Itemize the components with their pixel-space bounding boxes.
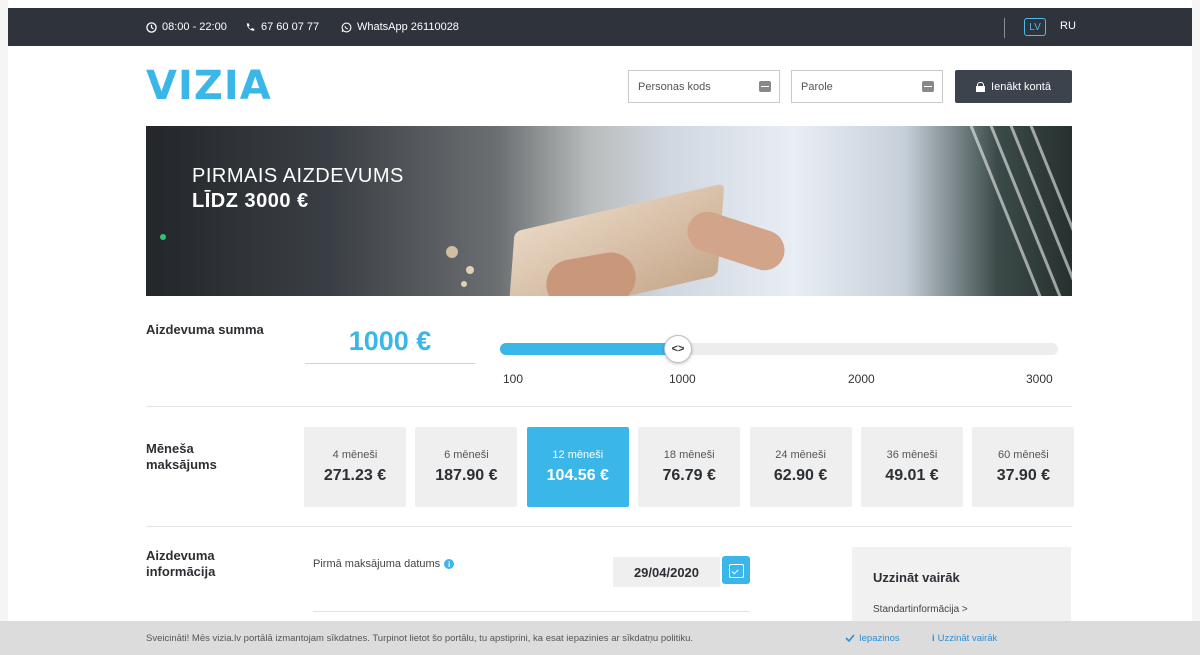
month-option-amount: 49.01 € <box>885 467 939 484</box>
month-option-term: 12 mēneši <box>552 449 604 461</box>
standard-info-link[interactable]: Standartinformācija > <box>873 604 968 615</box>
cookie-more-link[interactable]: i Uzzināt vairāk <box>932 633 997 644</box>
month-option-card[interactable]: 12 mēneši 104.56 € <box>526 427 629 507</box>
check-icon <box>845 634 855 642</box>
month-option-card[interactable]: 60 mēneši 37.90 € <box>972 427 1075 507</box>
info-divider <box>313 611 750 612</box>
learn-more-title: Uzzināt vairāk <box>873 570 960 585</box>
hero-title-line2: LĪDZ 3000 € <box>192 190 309 212</box>
vizia-logo[interactable]: VIZIA <box>146 66 272 106</box>
slider-tick: 2000 <box>848 372 875 386</box>
phone-icon <box>246 22 255 31</box>
amount-slider-handle[interactable]: <> <box>664 335 692 363</box>
monthly-label-line1: Mēneša <box>146 441 194 456</box>
loan-info-label: Aizdevuma informācija <box>146 548 215 580</box>
cookie-text: Sveicināti! Mēs vizia.lv portālā izmanto… <box>146 632 694 644</box>
amount-slider-track[interactable] <box>500 343 1058 355</box>
page-edge-left <box>0 0 8 655</box>
slider-tick: 100 <box>503 372 524 386</box>
hours-info: 08:00 - 22:00 <box>146 8 227 46</box>
lock-icon <box>976 81 986 92</box>
lang-lv-button[interactable]: LV <box>1024 18 1046 36</box>
whatsapp-info[interactable]: WhatsApp 26110028 <box>341 8 459 46</box>
loan-amount-label: Aizdevuma summa <box>146 322 264 337</box>
hero-title: PIRMAIS AIZDEVUMS LĪDZ 3000 € <box>192 164 404 214</box>
month-option-amount: 187.90 € <box>435 467 498 484</box>
background-stripe <box>964 126 1051 296</box>
page-edge-right <box>1192 0 1200 655</box>
month-option-term: 18 mēneši <box>663 449 715 461</box>
month-option-amount: 104.56 € <box>546 467 609 484</box>
slider-tick: 1000 <box>669 372 696 386</box>
cookie-accept-button[interactable]: Iepazinos <box>845 633 900 644</box>
loan-info-line1: Aizdevuma <box>146 548 215 563</box>
first-payment-label: Pirmā maksājuma datums i <box>313 558 455 570</box>
top-bar: 08:00 - 22:00 67 60 07 77 WhatsApp 26110… <box>8 8 1192 46</box>
month-option-term: 6 mēneši <box>444 449 489 461</box>
monthly-label-line2: maksājums <box>146 457 217 472</box>
login-button[interactable]: Ienākt kontā <box>955 70 1072 103</box>
whatsapp-icon <box>341 22 352 32</box>
section-divider <box>146 406 1072 407</box>
month-option-card[interactable]: 18 mēneši 76.79 € <box>638 427 741 507</box>
month-option-card[interactable]: 4 mēneši 271.23 € <box>304 427 406 507</box>
bokeh-light <box>466 266 474 274</box>
month-option-card[interactable]: 36 mēneši 49.01 € <box>861 427 963 507</box>
month-option-term: 4 mēneši <box>332 449 378 461</box>
month-option-card[interactable]: 24 mēneši 62.90 € <box>749 427 852 507</box>
first-payment-date[interactable]: 29/04/2020 <box>613 557 720 587</box>
learn-more-panel: Uzzināt vairāk Standartinformācija > <box>852 547 1071 627</box>
bokeh-light <box>446 246 458 258</box>
cookie-bar: Sveicināti! Mēs vizia.lv portālā izmanto… <box>0 621 1200 655</box>
personal-code-placeholder: Personas kods <box>638 80 711 93</box>
clock-icon <box>146 21 157 33</box>
month-option-amount: 37.90 € <box>996 467 1051 484</box>
month-option-amount: 62.90 € <box>773 467 828 484</box>
month-option-amount: 76.79 € <box>662 467 716 484</box>
phone-info[interactable]: 67 60 07 77 <box>245 8 319 46</box>
topbar-divider <box>1004 18 1005 38</box>
hero-banner: PIRMAIS AIZDEVUMS LĪDZ 3000 € <box>146 126 1072 296</box>
phone-text: 67 60 07 77 <box>261 21 320 33</box>
month-option-amount: 271.23 € <box>323 467 387 484</box>
loan-info-line2: informācija <box>146 564 216 579</box>
slider-tick: 3000 <box>1026 372 1053 386</box>
info-icon: i <box>932 632 935 644</box>
loan-amount-value[interactable]: 1000 € <box>305 320 475 364</box>
amount-slider-fill <box>500 343 678 355</box>
hero-title-line1: PIRMAIS AIZDEVUMS <box>192 165 404 187</box>
personal-code-field[interactable]: Personas kods <box>628 70 780 103</box>
password-placeholder: Parole <box>801 80 833 93</box>
bokeh-light <box>461 281 467 287</box>
cookie-accept-label: Iepazinos <box>859 632 900 644</box>
info-icon[interactable]: i <box>444 559 455 569</box>
keyboard-icon <box>922 81 934 92</box>
password-field[interactable]: Parole <box>791 70 943 103</box>
hours-text: 08:00 - 22:00 <box>162 21 227 33</box>
monthly-payment-label: Mēneša maksājums <box>146 441 217 473</box>
cookie-more-label: Uzzināt vairāk <box>937 632 998 644</box>
login-label: Ienākt kontā <box>991 80 1051 93</box>
background-stripe <box>1004 126 1072 296</box>
section-divider <box>146 526 1072 527</box>
month-option-term: 24 mēneši <box>775 449 826 461</box>
keyboard-icon <box>759 81 771 92</box>
month-option-card[interactable]: 6 mēneši 187.90 € <box>415 427 518 507</box>
green-light <box>160 234 166 240</box>
first-payment-text: Pirmā maksājuma datums <box>313 558 441 570</box>
whatsapp-text: WhatsApp 26110028 <box>357 21 459 33</box>
month-option-term: 60 mēneši <box>998 449 1049 461</box>
month-option-term: 36 mēneši <box>886 449 938 461</box>
calendar-icon[interactable] <box>722 556 750 584</box>
lang-ru-button[interactable]: RU <box>1060 20 1076 32</box>
